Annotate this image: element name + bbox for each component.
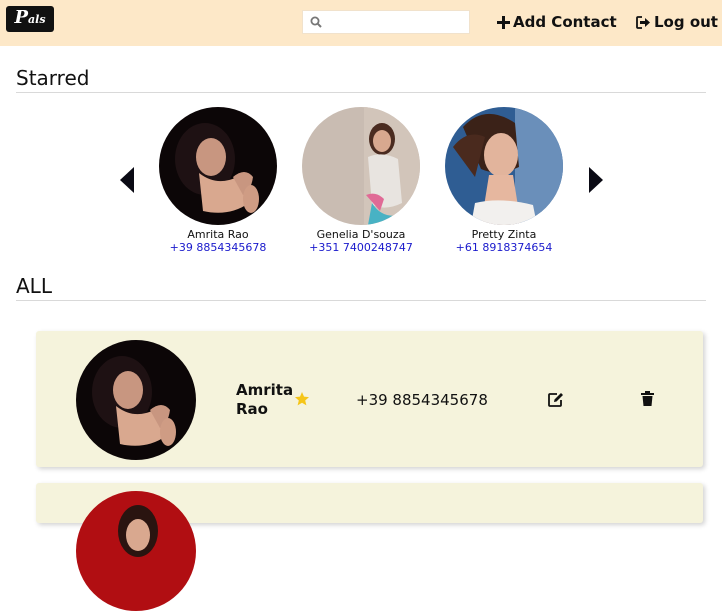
plus-icon bbox=[497, 15, 510, 29]
carousel-prev-button[interactable] bbox=[118, 166, 136, 198]
edit-contact-button[interactable] bbox=[548, 392, 564, 411]
search-input[interactable] bbox=[327, 13, 471, 33]
all-contacts-heading: ALL bbox=[16, 274, 706, 301]
contact-row bbox=[36, 483, 703, 611]
logo-letter: P bbox=[14, 7, 29, 28]
contact-row: Amrita Rao +39 8854345678 bbox=[36, 331, 703, 467]
logo-rest: als bbox=[28, 13, 46, 26]
star-icon bbox=[295, 392, 309, 406]
starred-contact-name: Genelia D'souza bbox=[316, 228, 406, 241]
contact-avatar bbox=[76, 340, 196, 460]
trash-icon bbox=[641, 391, 654, 406]
contact-photo bbox=[445, 107, 563, 225]
starred-heading: Starred bbox=[16, 66, 706, 93]
starred-contact-phone[interactable]: +351 7400248747 bbox=[286, 241, 436, 254]
starred-contact-card[interactable]: Genelia D'souza +351 7400248747 bbox=[286, 107, 436, 254]
chevron-right-icon bbox=[589, 167, 603, 193]
starred-contact-phone[interactable]: +61 8918374654 bbox=[429, 241, 579, 254]
starred-contact-card[interactable]: Amrita Rao +39 8854345678 bbox=[143, 107, 293, 254]
add-contact-label: Add Contact bbox=[513, 13, 617, 31]
logout-label: Log out bbox=[654, 13, 718, 31]
contact-photo bbox=[302, 107, 420, 225]
add-contact-button[interactable]: Add Contact bbox=[497, 12, 617, 32]
contact-name: Amrita Rao bbox=[236, 381, 294, 418]
logout-button[interactable]: Log out bbox=[636, 12, 718, 32]
starred-contact-name: Pretty Zinta bbox=[471, 228, 537, 241]
app-logo[interactable]: Pals bbox=[6, 6, 54, 32]
starred-contact-name: Amrita Rao bbox=[187, 228, 249, 241]
contact-photo bbox=[159, 107, 277, 225]
edit-icon bbox=[548, 393, 563, 407]
chevron-left-icon bbox=[120, 167, 134, 193]
carousel-next-button[interactable] bbox=[587, 166, 605, 198]
sign-out-icon bbox=[636, 15, 651, 29]
delete-contact-button[interactable] bbox=[641, 391, 654, 410]
starred-contact-card[interactable]: Pretty Zinta +61 8918374654 bbox=[429, 107, 579, 254]
favorite-toggle[interactable] bbox=[294, 391, 310, 411]
contact-phone: +39 8854345678 bbox=[356, 391, 488, 409]
search-box bbox=[302, 10, 471, 34]
top-navbar: Pals Add Contact Log out bbox=[0, 0, 722, 46]
search-icon bbox=[310, 16, 322, 28]
contact-avatar bbox=[76, 491, 196, 611]
starred-contact-phone[interactable]: +39 8854345678 bbox=[143, 241, 293, 254]
